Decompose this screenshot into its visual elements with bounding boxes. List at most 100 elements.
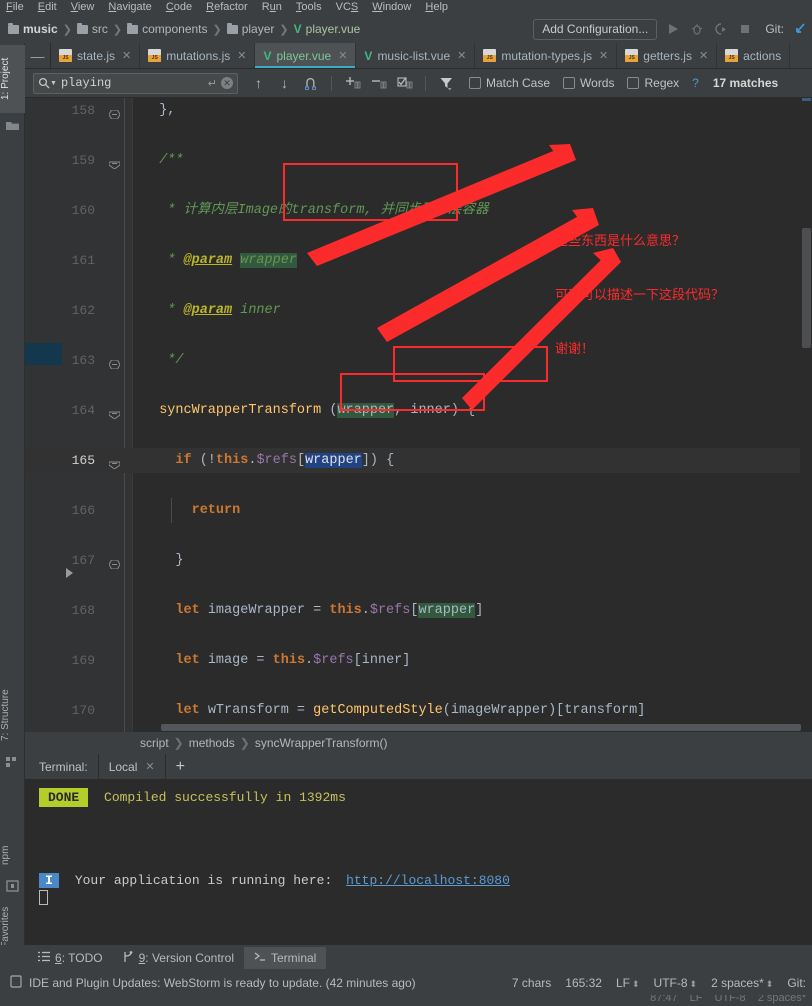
tool-window-version-control[interactable]: 9: Version Control — [113, 947, 244, 970]
npm-icon — [6, 879, 19, 892]
breadcrumb-item-player[interactable]: player — [225, 22, 277, 36]
menu-item-window[interactable]: Window — [372, 0, 411, 15]
menu-item-edit[interactable]: Edit — [38, 0, 57, 15]
menu-item-navigate[interactable]: Navigate — [108, 0, 151, 15]
caret-position[interactable]: 165:32 — [565, 976, 602, 990]
editor-tab-getters-js[interactable]: getters.js ✕ — [617, 43, 718, 68]
debug-icon[interactable] — [689, 21, 705, 37]
stop-icon[interactable] — [737, 21, 753, 37]
help-icon[interactable]: ? — [692, 76, 699, 90]
editor-tab-music-list-vue[interactable]: V music-list.vue ✕ — [356, 43, 476, 68]
git-branch-widget[interactable]: Git: — [787, 976, 806, 990]
search-input[interactable]: ▼ playing ↵ ✕ — [33, 72, 238, 94]
close-icon[interactable]: ✕ — [599, 49, 608, 62]
editor-tab-mutation-types-js[interactable]: mutation-types.js ✕ — [475, 43, 618, 68]
sidebar-item-project[interactable]: 1: Project — [0, 45, 25, 113]
editor-tab-state-js[interactable]: state.js ✕ — [51, 43, 141, 68]
menu-item-tools[interactable]: Tools — [296, 0, 322, 15]
scrollbar-thumb[interactable] — [802, 228, 811, 348]
sidebar-item-npm[interactable]: npm — [0, 833, 25, 877]
editor-tab-player-vue[interactable]: V player.vue ✕ — [255, 43, 357, 68]
encoding-widget[interactable]: UTF-8 ⬍ — [654, 976, 698, 990]
sidebar-item-structure[interactable]: 7: Structure — [0, 679, 25, 751]
history-icon[interactable]: ↵ — [208, 77, 217, 90]
status-message[interactable]: IDE and Plugin Updates: WebStorm is read… — [29, 976, 416, 990]
sidebar-item-label: 7: Structure — [0, 689, 11, 741]
fold-icon[interactable] — [108, 456, 121, 470]
js-file-icon — [725, 49, 739, 62]
menu-item-file[interactable]: File — [6, 0, 24, 15]
filter-icon[interactable] — [438, 75, 455, 92]
code-line[interactable]: 166 return — [25, 498, 812, 523]
close-icon[interactable]: ✕ — [338, 49, 347, 62]
indent-widget[interactable]: 2 spaces* ⬍ — [711, 976, 773, 990]
new-terminal-button[interactable]: + — [166, 758, 195, 776]
breadcrumb-item-music[interactable]: music — [6, 22, 60, 36]
breadcrumb-item-methods[interactable]: methods — [189, 736, 235, 750]
breadcrumb-separator: ❯ — [279, 23, 289, 36]
match-case-checkbox[interactable]: Match Case — [469, 76, 550, 90]
regex-checkbox[interactable]: Regex — [627, 76, 679, 90]
localhost-link[interactable]: http://localhost:8080 — [346, 873, 510, 888]
fold-icon[interactable] — [108, 406, 121, 420]
breadcrumb-item-components[interactable]: components — [125, 22, 209, 36]
run-coverage-icon[interactable] — [713, 21, 729, 37]
menu-item-code[interactable]: Code — [166, 0, 192, 15]
menu-item-view[interactable]: View — [71, 0, 95, 15]
code-text: /** — [159, 153, 184, 168]
menu-item-help[interactable]: Help — [425, 0, 448, 15]
code-line[interactable]: 169 let image = this.$refs[inner] — [25, 648, 812, 673]
code-line[interactable]: 158 }, — [25, 98, 812, 123]
breadcrumb-item-script[interactable]: script — [140, 736, 169, 750]
breadcrumb-item-src[interactable]: src — [75, 22, 110, 36]
close-icon[interactable]: ✕ — [122, 49, 131, 62]
menu-item-vcs[interactable]: VCS — [336, 0, 359, 15]
close-icon[interactable]: ✕ — [145, 754, 154, 780]
notification-icon[interactable] — [10, 975, 22, 991]
add-occurrence-icon[interactable] — [344, 75, 361, 92]
code-editor[interactable]: 158 }, 159 /** 160 * 计算内层Image的transform… — [25, 98, 812, 732]
line-number: 165 — [71, 453, 95, 468]
code-text: }, — [143, 103, 176, 118]
select-all-occurrences-icon[interactable] — [302, 75, 319, 92]
remove-occurrence-icon[interactable] — [370, 75, 387, 92]
clear-icon[interactable]: ✕ — [221, 77, 233, 89]
find-next-icon[interactable]: ↓ — [276, 75, 293, 92]
code-line[interactable]: 167 } — [25, 548, 812, 573]
terminal-tab-local[interactable]: Local ✕ — [97, 753, 166, 780]
find-previous-icon[interactable]: ↑ — [250, 75, 267, 92]
checkbox-box — [627, 77, 640, 89]
close-icon[interactable]: ✕ — [237, 49, 246, 62]
terminal-output[interactable]: DONE Compiled successfully in 1392ms I Y… — [25, 780, 812, 945]
words-checkbox[interactable]: Words — [563, 76, 614, 90]
fold-icon[interactable] — [108, 106, 121, 120]
run-icon[interactable] — [665, 21, 681, 37]
editor-tab-actions-js[interactable]: actions — [717, 43, 791, 68]
code-line-current[interactable]: 165 if (!this.$refs[wrapper]) { — [25, 448, 812, 473]
fold-icon[interactable] — [108, 156, 121, 170]
line-separator-widget[interactable]: LF ⬍ — [616, 976, 640, 990]
fold-icon[interactable] — [108, 556, 121, 570]
collapse-tabs-button[interactable]: — — [25, 43, 51, 68]
editor-vertical-scrollbar[interactable] — [800, 98, 812, 732]
search-icon[interactable]: ▼ — [38, 77, 57, 89]
error-stripe-marker[interactable] — [802, 98, 811, 101]
breadcrumb-item-method[interactable]: syncWrapperTransform() — [255, 736, 388, 750]
breadcrumb-item-player-vue[interactable]: V player.vue — [292, 22, 363, 36]
menu-item-run[interactable]: Run — [262, 0, 282, 15]
editor-tab-mutations-js[interactable]: mutations.js ✕ — [140, 43, 256, 68]
close-icon[interactable]: ✕ — [699, 49, 708, 62]
add-configuration-button[interactable]: Add Configuration... — [533, 18, 658, 40]
code-line[interactable]: 168 let imageWrapper = this.$refs[wrappe… — [25, 598, 812, 623]
code-line[interactable]: 170 let wTransform = getComputedStyle(im… — [25, 698, 812, 723]
tool-window-terminal[interactable]: Terminal — [244, 947, 327, 969]
menu-item-refactor[interactable]: Refactor — [206, 0, 248, 15]
js-file-icon — [625, 49, 639, 62]
git-update-icon[interactable] — [792, 21, 808, 37]
tool-window-todo[interactable]: 6: TODO — [28, 947, 113, 969]
editor-horizontal-scrollbar[interactable] — [133, 723, 812, 732]
scrollbar-thumb[interactable] — [161, 724, 801, 731]
close-icon[interactable]: ✕ — [457, 49, 466, 62]
select-all-icon[interactable] — [396, 75, 413, 92]
fold-icon[interactable] — [108, 356, 121, 370]
